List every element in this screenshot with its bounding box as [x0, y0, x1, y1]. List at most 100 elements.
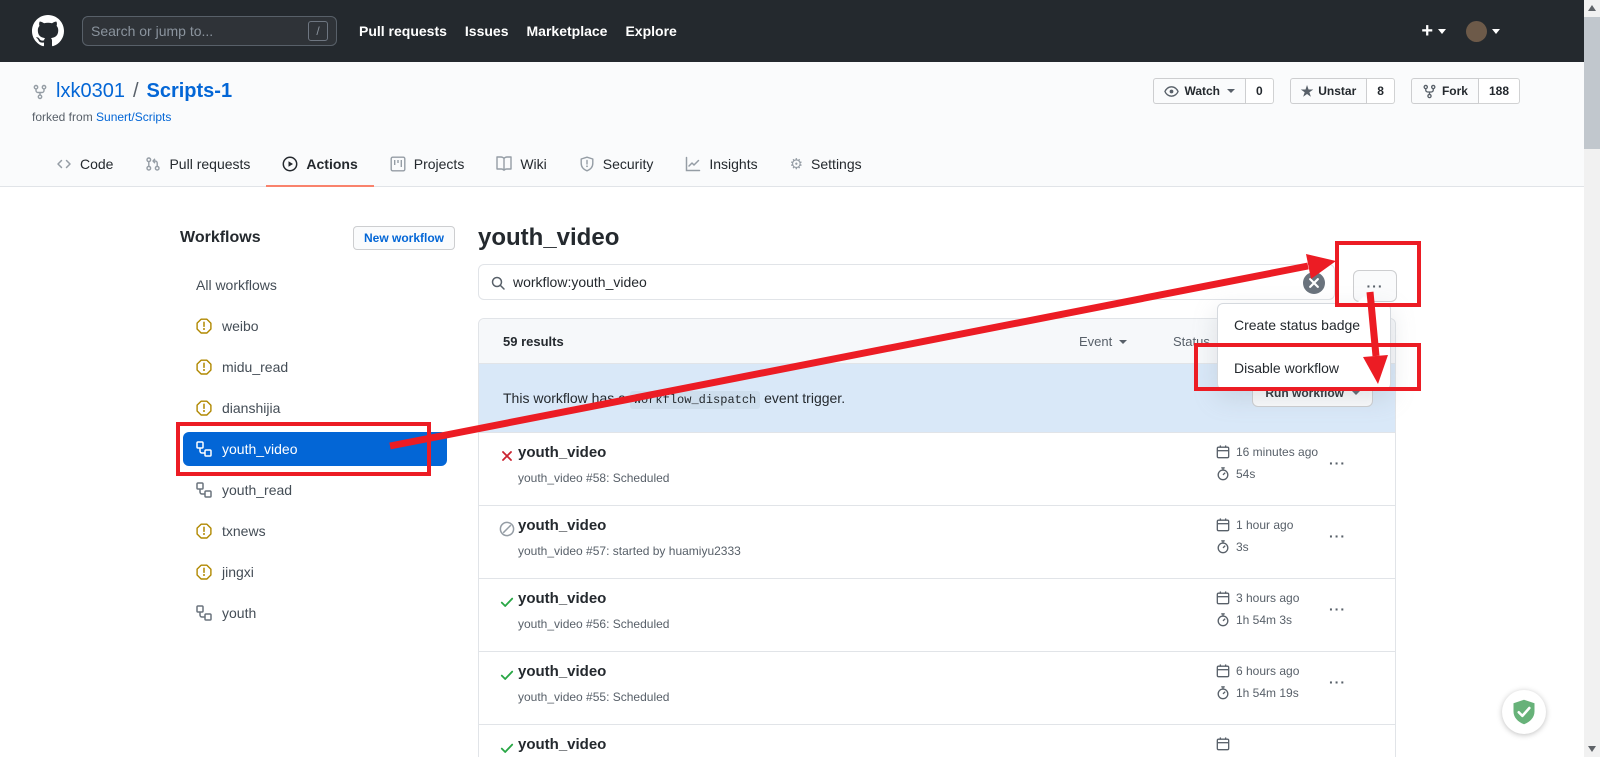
repo-header: lxk0301 / Scripts-1 forked from Sunert/S… [0, 62, 1600, 187]
fork-source-link[interactable]: Sunert/Scripts [96, 110, 171, 124]
global-search-input[interactable] [91, 23, 308, 39]
tab-code[interactable]: Code [40, 143, 129, 187]
tab-insights[interactable]: Insights [669, 143, 773, 187]
menu-item-create-status-badge[interactable]: Create status badge [1218, 304, 1390, 346]
kebab-horizontal-icon: ··· [1329, 674, 1346, 690]
nav-issues[interactable]: Issues [465, 23, 509, 39]
graph-icon [685, 156, 701, 172]
run-options-button[interactable]: ··· [1329, 455, 1346, 471]
event-filter-label: Event [1079, 334, 1112, 349]
tab-projects[interactable]: Projects [374, 143, 481, 187]
sidebar-item-all-workflows[interactable]: All workflows [180, 264, 455, 305]
nav-pull-requests[interactable]: Pull requests [359, 23, 447, 39]
header-right: + [1421, 21, 1568, 42]
star-count[interactable]: 8 [1367, 78, 1395, 104]
sidebar-item-label: youth [222, 605, 256, 621]
fork-button[interactable]: Fork [1411, 78, 1479, 104]
run-subtitle: youth_video #57: started by huamiyu2333 [518, 544, 741, 558]
sidebar-item-txnews[interactable]: txnews [180, 510, 455, 551]
workflow-run-row: youth_video youth_video #55: Scheduled 6… [479, 652, 1395, 725]
vertical-scrollbar[interactable] [1584, 0, 1600, 757]
adguard-shield-icon [1510, 698, 1538, 726]
run-options-button[interactable]: ··· [1329, 674, 1346, 690]
banner-text-post: event trigger. [764, 390, 845, 406]
sidebar-item-dianshijia[interactable]: dianshijia [180, 387, 455, 428]
run-title-link[interactable]: youth_video [518, 590, 606, 607]
watch-group: Watch 0 [1153, 78, 1273, 104]
tab-settings[interactable]: ⚙ Settings [774, 143, 878, 187]
caret-down-icon [1438, 29, 1446, 34]
caret-down-icon [1352, 391, 1360, 395]
calendar-icon [1216, 591, 1230, 605]
menu-item-disable-workflow[interactable]: Disable workflow [1218, 346, 1390, 389]
run-time: 3 hours ago [1236, 591, 1299, 605]
clear-search-button[interactable] [1303, 272, 1325, 294]
github-logo-icon[interactable] [32, 15, 64, 47]
sidebar-item-youth-video[interactable]: youth_video [183, 432, 447, 466]
adguard-badge[interactable] [1502, 690, 1546, 734]
watch-count[interactable]: 0 [1246, 78, 1274, 104]
new-workflow-button[interactable]: New workflow [353, 226, 455, 250]
tab-security[interactable]: Security [563, 143, 670, 187]
tab-pull-requests[interactable]: Pull requests [129, 143, 266, 187]
plus-icon: + [1421, 21, 1433, 41]
run-options-button[interactable]: ··· [1329, 601, 1346, 617]
run-duration: 54s [1236, 467, 1255, 481]
scroll-down-icon[interactable] [1588, 746, 1596, 752]
scroll-up-icon[interactable] [1588, 5, 1596, 11]
tab-label: Projects [414, 156, 465, 172]
nav-explore[interactable]: Explore [625, 23, 676, 39]
workflow-search-input[interactable] [513, 265, 1283, 299]
caret-down-icon [1119, 340, 1127, 344]
code-icon [56, 156, 72, 172]
play-circle-icon [282, 156, 298, 172]
repo-tabs: Code Pull requests Actions Projects Wiki… [40, 143, 878, 187]
workflow-search [478, 264, 1335, 300]
watch-button[interactable]: Watch [1153, 78, 1246, 104]
fork-group: Fork 188 [1411, 78, 1520, 104]
scrollbar-thumb[interactable] [1584, 17, 1600, 149]
event-filter[interactable]: Event [1079, 334, 1127, 349]
calendar-icon [1216, 664, 1230, 678]
slash-key-hint: / [308, 21, 328, 41]
warning-icon [196, 318, 212, 334]
tab-wiki[interactable]: Wiki [480, 143, 562, 187]
repo-name-link[interactable]: Scripts-1 [147, 80, 233, 103]
sidebar-item-jingxi[interactable]: jingxi [180, 551, 455, 592]
run-duration: 3s [1236, 540, 1249, 554]
workflow-run-row: youth_video youth_video #57: started by … [479, 506, 1395, 579]
breadcrumb: lxk0301 / Scripts-1 [32, 80, 232, 103]
tab-label: Actions [306, 156, 357, 172]
workflow-list: All workflows weibo midu_read dianshijia… [180, 264, 455, 633]
nav-marketplace[interactable]: Marketplace [527, 23, 608, 39]
create-new-menu[interactable]: + [1421, 21, 1446, 41]
run-title-link[interactable]: youth_video [518, 517, 606, 534]
fork-note: forked from Sunert/Scripts [32, 110, 171, 124]
fork-note-text: forked from [32, 110, 96, 124]
calendar-icon [1216, 445, 1230, 459]
sidebar-item-midu-read[interactable]: midu_read [180, 346, 455, 387]
warning-icon [196, 400, 212, 416]
banner-text-pre: This workflow has a [503, 390, 626, 406]
stopwatch-icon [1216, 686, 1230, 700]
check-icon [499, 740, 515, 756]
unstar-button[interactable]: ★ Unstar [1290, 78, 1368, 104]
run-subtitle: youth_video #55: Scheduled [518, 690, 669, 704]
run-time: 6 hours ago [1236, 664, 1299, 678]
fork-icon [1422, 84, 1437, 99]
fork-count[interactable]: 188 [1479, 78, 1520, 104]
calendar-icon [1216, 518, 1230, 532]
star-icon: ★ [1301, 84, 1314, 98]
run-title-link[interactable]: youth_video [518, 444, 606, 461]
sidebar-item-youth-read[interactable]: youth_read [180, 469, 455, 510]
sidebar-item-youth[interactable]: youth [180, 592, 455, 633]
tab-actions[interactable]: Actions [266, 143, 373, 187]
workflow-main: youth_video ··· 59 results Event [478, 224, 1396, 252]
run-title-link[interactable]: youth_video [518, 663, 606, 680]
repo-owner-link[interactable]: lxk0301 [56, 80, 125, 103]
sidebar-item-weibo[interactable]: weibo [180, 305, 455, 346]
run-options-button[interactable]: ··· [1329, 528, 1346, 544]
run-title-link[interactable]: youth_video [518, 736, 606, 753]
sidebar-item-label: midu_read [222, 359, 288, 375]
user-menu[interactable] [1466, 21, 1500, 42]
